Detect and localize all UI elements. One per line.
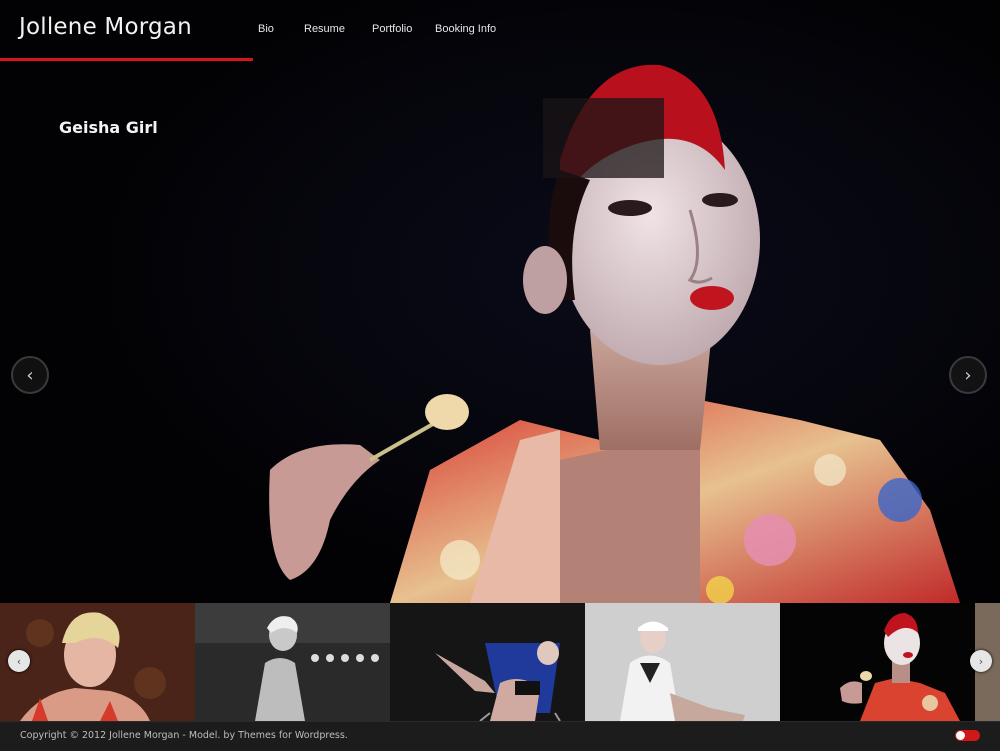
thumbs-prev-button[interactable]: ‹ bbox=[8, 650, 30, 672]
nav-item-bio[interactable]: Bio bbox=[258, 23, 274, 35]
title-underline bbox=[0, 58, 253, 61]
thumbnail-chair-portrait[interactable] bbox=[390, 603, 585, 721]
slider-next-button[interactable]: › bbox=[949, 356, 987, 394]
slide-caption: Geisha Girl bbox=[59, 118, 158, 137]
thumbnail-sailor-portrait[interactable] bbox=[585, 603, 780, 721]
site-header: Jollene Morgan Bio Resume Portfolio Book… bbox=[0, 0, 1000, 62]
thumbs-next-button[interactable]: › bbox=[970, 650, 992, 672]
theme-toggle[interactable] bbox=[955, 730, 980, 741]
nav-item-booking-info[interactable]: Booking Info bbox=[435, 23, 496, 35]
thumbnail-strip: ‹ › bbox=[0, 603, 1000, 721]
hero-photo bbox=[0, 0, 1000, 603]
chevron-left-icon: ‹ bbox=[16, 654, 22, 668]
slider-prev-button[interactable]: ‹ bbox=[11, 356, 49, 394]
thumbnail-stage-portrait[interactable] bbox=[195, 603, 390, 721]
site-title[interactable]: Jollene Morgan bbox=[19, 14, 192, 40]
chevron-left-icon: ‹ bbox=[26, 364, 34, 386]
chevron-right-icon: › bbox=[964, 364, 972, 386]
hero-slider: Geisha Girl ‹ › bbox=[0, 0, 1000, 603]
copyright-text: Copyright © 2012 Jollene Morgan - Model.… bbox=[20, 730, 348, 741]
nav-item-portfolio[interactable]: Portfolio bbox=[372, 23, 412, 35]
toggle-knob bbox=[956, 731, 965, 740]
nav-item-resume[interactable]: Resume bbox=[304, 23, 345, 35]
chevron-right-icon: › bbox=[978, 654, 984, 668]
thumbnail-geisha-portrait[interactable] bbox=[780, 603, 975, 721]
site-footer: Copyright © 2012 Jollene Morgan - Model.… bbox=[0, 721, 1000, 751]
